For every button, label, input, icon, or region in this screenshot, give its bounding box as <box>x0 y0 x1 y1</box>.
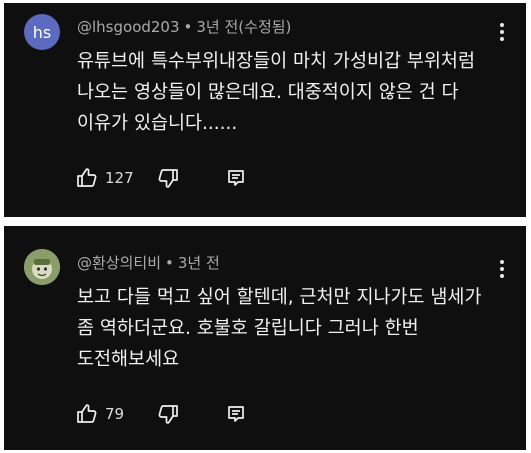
thumb-down-icon <box>158 405 178 424</box>
comment-card: @환상의티비 • 3년 전 보고 다들 먹고 싶어 할텐데, 근처만 지나가도 냄세… <box>4 226 526 450</box>
reply-icon <box>228 406 244 422</box>
comment-meta: @환상의티비 • 3년 전 <box>77 252 220 273</box>
comment-line: 좀 역하더군요. 호불호 갈립니다 그러나 한번 <box>77 318 419 339</box>
avatar[interactable]: hs <box>24 14 60 50</box>
comment-line: 이유가 있습니다...... <box>77 113 238 134</box>
comment-text: 보고 다들 먹고 싶어 할텐데, 근처만 지나가도 냄세가 좀 역하더군요. 호… <box>77 282 481 375</box>
more-vertical-icon[interactable] <box>500 260 504 278</box>
comment-text: 유튜브에 특수부위내장들이 마치 가성비갑 부위처럼 나오는 영상들이 많은데요… <box>77 46 475 139</box>
comment-line: 유튜브에 특수부위내장들이 마치 가성비갑 부위처럼 <box>77 51 475 72</box>
reply-button[interactable] <box>226 404 246 424</box>
avatar-initials: hs <box>32 22 52 42</box>
comment-time[interactable]: 3년 전 <box>178 254 220 272</box>
thumb-down-icon <box>158 169 178 188</box>
like-count: 127 <box>105 169 134 187</box>
reply-icon <box>227 170 244 186</box>
author-handle[interactable]: @환상의티비 <box>77 254 161 272</box>
avatar[interactable] <box>24 249 60 285</box>
avatar-image <box>24 249 60 285</box>
like-count: 79 <box>105 405 125 423</box>
like-button[interactable]: 127 <box>75 166 134 190</box>
comment-line: 보고 다들 먹고 싶어 할텐데, 근처만 지나가도 냄세가 <box>77 287 482 308</box>
comment-actions: 127 <box>75 166 246 190</box>
comment-time[interactable]: 3년 전(수정됨) <box>196 18 291 36</box>
dislike-button[interactable] <box>156 402 180 426</box>
thumb-up-icon <box>77 168 97 187</box>
comment-card: hs @lhsgood203 • 3년 전(수정됨) 유튜브에 특수부위내장들이 마… <box>4 3 526 217</box>
separator: • <box>183 18 193 36</box>
comment-actions: 79 <box>75 402 246 426</box>
separator: • <box>165 254 174 272</box>
comment-meta: @lhsgood203 • 3년 전(수정됨) <box>77 16 291 37</box>
more-vertical-icon[interactable] <box>500 23 504 41</box>
comment-line: 나오는 영상들이 많은데요. 대중적이지 않은 건 다 <box>77 82 459 103</box>
reply-button[interactable] <box>226 168 246 188</box>
comment-line: 도전해보세요 <box>77 349 180 370</box>
dislike-button[interactable] <box>156 166 180 190</box>
author-handle[interactable]: @lhsgood203 <box>77 18 180 36</box>
thumb-up-icon <box>77 404 97 423</box>
like-button[interactable]: 79 <box>75 402 124 426</box>
